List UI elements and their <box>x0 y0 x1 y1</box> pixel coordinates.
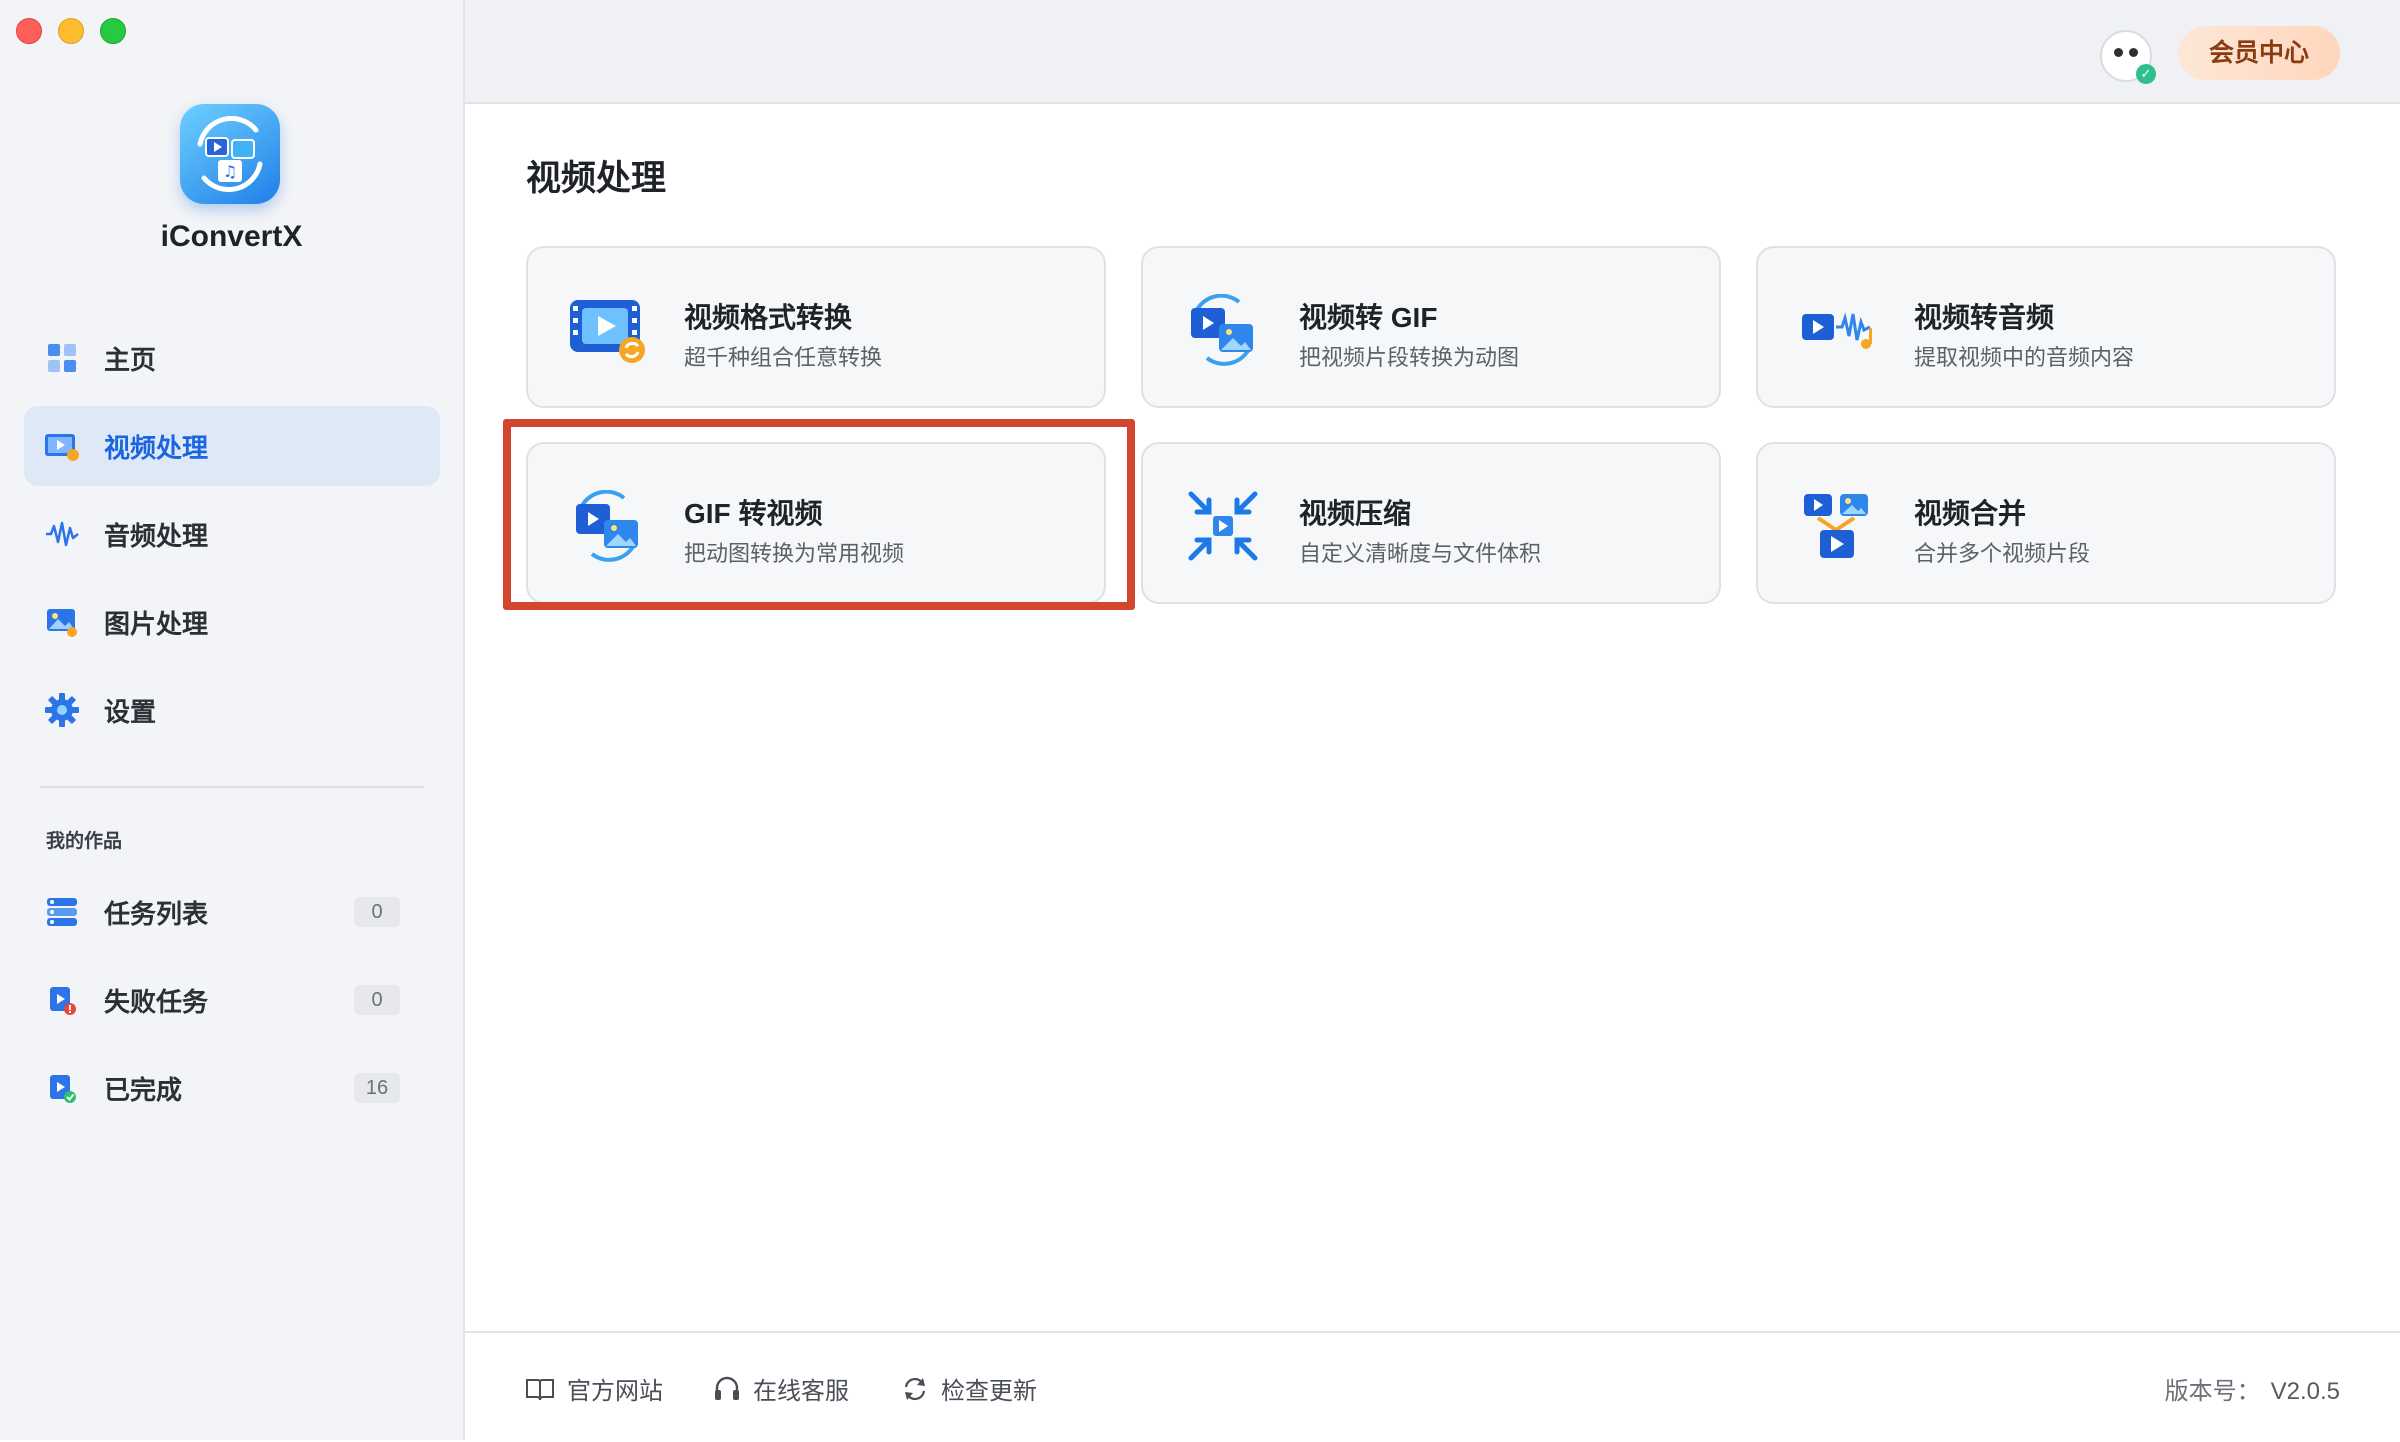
sidebar-item-label: 失败任务 <box>104 986 209 1017</box>
video-processing-icon <box>42 426 82 466</box>
card-subtitle: 把视频片段转换为动图 <box>1299 345 1520 370</box>
close-window-button[interactable] <box>16 18 42 44</box>
video-merge-icon <box>1798 490 1878 562</box>
app-logo-icon: ♫ <box>180 104 280 204</box>
card-video-compress[interactable]: 视频压缩 自定义清晰度与文件体积 <box>1141 442 1721 604</box>
footer: 官方网站 在线客服 检查更新 版本号： V2.0.5 <box>465 1331 2400 1442</box>
sidebar-item-label: 图片处理 <box>104 608 209 639</box>
image-processing-icon <box>42 602 82 642</box>
sidebar-item-label: 任务列表 <box>104 898 209 929</box>
sidebar-item-label: 音频处理 <box>104 520 209 551</box>
app-name: iConvertX <box>160 220 303 253</box>
card-video-to-audio[interactable]: 视频转音频 提取视频中的音频内容 <box>1756 246 2336 408</box>
card-title: 视频转 GIF <box>1299 302 1438 333</box>
card-title: 视频格式转换 <box>684 302 853 333</box>
sidebar-item-label: 视频处理 <box>104 432 209 463</box>
top-bar: ✓ 会员中心 <box>465 0 2400 104</box>
sidebar-item-label: 设置 <box>104 696 157 727</box>
gear-icon <box>42 690 82 730</box>
count-badge: 16 <box>354 1073 400 1103</box>
version-number: V2.0.5 <box>2270 1378 2340 1405</box>
card-subtitle: 超千种组合任意转换 <box>684 345 883 370</box>
my-works-title: 我的作品 <box>46 831 123 852</box>
window-controls <box>16 18 126 44</box>
card-title: 视频压缩 <box>1299 498 1412 529</box>
sidebar: ♫ iConvertX 主页 视频处理 音频处理 图片处理 设置 我的作品 任务… <box>0 0 465 1440</box>
video-to-gif-icon <box>1183 293 1263 366</box>
svg-text:♫: ♫ <box>223 162 237 181</box>
sidebar-item-image-processing[interactable]: 图片处理 <box>24 582 440 662</box>
refresh-icon <box>904 1377 926 1400</box>
highlight-box <box>503 419 1135 610</box>
book-icon <box>526 1378 554 1400</box>
count-badge: 0 <box>354 985 400 1015</box>
sidebar-item-completed[interactable]: 已完成 16 <box>24 1048 440 1128</box>
vip-center-button[interactable]: 会员中心 <box>2178 26 2340 80</box>
footer-link-label: 官方网站 <box>567 1378 663 1405</box>
maximize-window-button[interactable] <box>100 18 126 44</box>
video-compress-icon <box>1183 490 1263 562</box>
footer-link-label: 在线客服 <box>753 1378 849 1405</box>
card-title: 视频转音频 <box>1914 302 2055 333</box>
video-to-audio-icon <box>1798 294 1878 366</box>
user-avatar[interactable]: ✓ <box>2100 30 2156 84</box>
official-website-link[interactable]: 官方网站 <box>525 1371 663 1406</box>
app-window: ♫ iConvertX 主页 视频处理 音频处理 图片处理 设置 我的作品 任务… <box>0 0 2400 1442</box>
sidebar-item-video-processing[interactable]: 视频处理 <box>24 406 440 486</box>
card-subtitle: 合并多个视频片段 <box>1914 541 2091 566</box>
card-title: 视频合并 <box>1914 498 2027 529</box>
card-subtitle: 自定义清晰度与文件体积 <box>1299 541 1542 566</box>
headset-icon <box>715 1376 739 1400</box>
sidebar-item-home[interactable]: 主页 <box>24 318 440 398</box>
home-icon <box>42 338 82 378</box>
avatar-eye <box>2114 48 2123 57</box>
sidebar-item-label: 主页 <box>104 344 157 375</box>
version-info: 版本号： V2.0.5 <box>2165 1371 2340 1406</box>
card-subtitle: 提取视频中的音频内容 <box>1914 345 2135 370</box>
minimize-window-button[interactable] <box>58 18 84 44</box>
count-badge: 0 <box>354 897 400 927</box>
card-video-to-gif[interactable]: 视频转 GIF 把视频片段转换为动图 <box>1141 246 1721 408</box>
online-support-link[interactable]: 在线客服 <box>713 1371 849 1406</box>
card-video-merge[interactable]: 视频合并 合并多个视频片段 <box>1756 442 2336 604</box>
check-update-link[interactable]: 检查更新 <box>901 1371 1037 1406</box>
sidebar-divider <box>40 786 424 788</box>
sidebar-item-audio-processing[interactable]: 音频处理 <box>24 494 440 574</box>
card-video-format-convert[interactable]: 视频格式转换 超千种组合任意转换 <box>526 246 1106 408</box>
completed-icon <box>42 1068 82 1108</box>
audio-wave-icon <box>42 514 82 554</box>
footer-link-label: 检查更新 <box>941 1378 1037 1405</box>
sidebar-item-task-list[interactable]: 任务列表 0 <box>24 872 440 952</box>
sidebar-item-settings[interactable]: 设置 <box>24 670 440 750</box>
verified-check-icon: ✓ <box>2136 64 2156 84</box>
avatar-eye <box>2129 48 2138 57</box>
sidebar-item-label: 已完成 <box>104 1074 183 1105</box>
video-format-convert-icon <box>568 294 648 366</box>
failed-task-icon <box>42 980 82 1020</box>
sidebar-item-failed-tasks[interactable]: 失败任务 0 <box>24 960 440 1040</box>
version-label: 版本号： <box>2164 1378 2261 1405</box>
page-title: 视频处理 <box>526 159 667 198</box>
task-list-icon <box>42 892 82 932</box>
